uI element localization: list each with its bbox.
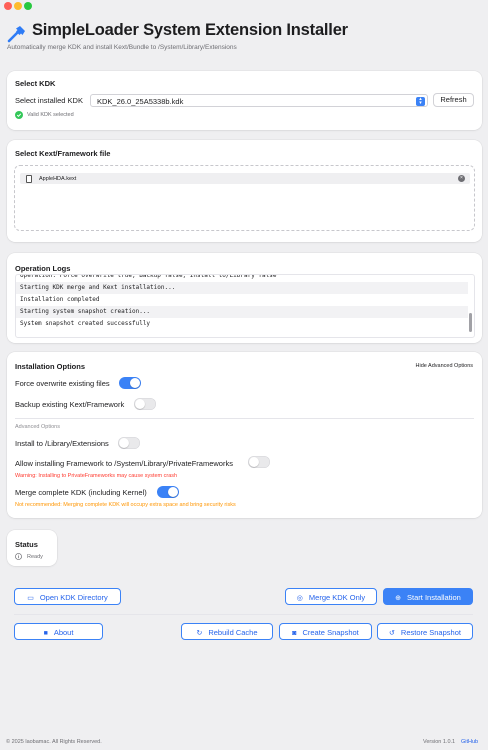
remove-file-icon[interactable]: × (458, 175, 465, 182)
allow-private-frameworks-label: Allow installing Framework to /System/Li… (15, 459, 233, 468)
operation-logs-card: Operation Logs Operation: Force overwrit… (7, 253, 482, 343)
button-label: Merge KDK Only (308, 592, 366, 602)
undo-icon: ↺ (389, 629, 395, 637)
button-label: Create Snapshot (302, 627, 359, 637)
toggle-knob (168, 487, 178, 497)
create-snapshot-button[interactable]: ◙ Create Snapshot (279, 623, 372, 640)
select-kdk-title: Select KDK (15, 79, 56, 88)
kdk-select[interactable]: KDK_26.0_25A5338b.kdk ▴ ▾ (90, 94, 428, 107)
status-title: Status (15, 540, 38, 549)
backup-label: Backup existing Kext/Framework (15, 400, 125, 409)
zoom-window-button[interactable] (24, 2, 32, 10)
hammer-icon (7, 26, 25, 43)
open-kdk-directory-button[interactable]: ▭ Open KDK Directory (14, 588, 121, 605)
window-titlebar (0, 0, 488, 14)
advanced-options-title: Advanced Options (15, 424, 60, 430)
button-label: Open KDK Directory (39, 592, 108, 602)
select-kdk-card: Select KDK Select installed KDK KDK_26.0… (7, 71, 482, 130)
button-label: Start Installation (407, 592, 461, 602)
select-kdk-label: Select installed KDK (15, 96, 83, 105)
button-content: ▭ Open KDK Directory (15, 593, 120, 602)
minimize-window-button[interactable] (14, 2, 22, 10)
log-line: Starting system snapshot creation... (16, 306, 468, 318)
toggle-knob (119, 438, 129, 448)
copyright-text: © 2025 laobamac. All Rights Reserved. (6, 739, 102, 745)
button-content: ◙ Create Snapshot (280, 628, 371, 637)
status-text: Ready (27, 554, 43, 560)
download-icon: ⊕ (395, 594, 402, 602)
backup-toggle[interactable] (134, 398, 156, 410)
private-frameworks-warning: Warning: Installing to PrivateFrameworks… (15, 473, 178, 479)
button-label: Restore Snapshot (400, 627, 461, 637)
rebuild-cache-button[interactable]: ↻ Rebuild Cache (181, 623, 273, 640)
folder-icon: ▭ (27, 594, 34, 602)
restore-snapshot-button[interactable]: ↺ Restore Snapshot (377, 623, 473, 640)
checkmark-circle-icon (15, 111, 23, 119)
merge-kdk-only-button[interactable]: ◎ Merge KDK Only (285, 588, 377, 605)
actions-divider (14, 614, 473, 615)
force-overwrite-label: Force overwrite existing files (15, 379, 110, 388)
start-installation-button[interactable]: ⊕ Start Installation (383, 588, 473, 605)
log-line: Operation: Force overwrite true, Backup … (20, 274, 277, 279)
log-line: Installation completed (20, 296, 100, 303)
document-icon (26, 174, 32, 183)
toggle-knob (135, 399, 145, 409)
button-content: ↻ Rebuild Cache (182, 628, 272, 637)
force-overwrite-toggle[interactable] (119, 377, 141, 389)
close-window-button[interactable] (4, 2, 12, 10)
select-kext-card: Select Kext/Framework file AppleHDA.kext… (7, 140, 482, 242)
button-label: Rebuild Cache (208, 627, 258, 637)
merge-complete-kdk-label: Merge complete KDK (including Kernel) (15, 488, 147, 497)
file-list-item[interactable]: AppleHDA.kext × (20, 173, 470, 184)
select-kext-title: Select Kext/Framework file (15, 149, 111, 158)
info-icon (15, 553, 22, 560)
refresh-icon: ↻ (196, 629, 203, 637)
log-line: Starting KDK merge and Kext installation… (16, 282, 468, 294)
about-button[interactable]: ■ About (14, 623, 103, 640)
options-divider (15, 418, 474, 419)
merge-complete-kdk-warning: Not recommended: Merging complete KDK wi… (15, 502, 236, 508)
install-library-toggle[interactable] (118, 437, 140, 449)
kdk-select-value: KDK_26.0_25A5338b.kdk (97, 97, 184, 106)
installation-options-card: Installation Options Hide Advanced Optio… (7, 352, 482, 518)
options-title: Installation Options (15, 362, 86, 371)
allow-private-frameworks-toggle[interactable] (248, 456, 270, 468)
kdk-status-text: Valid KDK selected (27, 112, 74, 118)
button-content: ◎ Merge KDK Only (286, 593, 376, 602)
log-line: System snapshot created successfully (20, 320, 151, 327)
github-link[interactable]: GitHub (461, 739, 478, 745)
logs-title: Operation Logs (15, 264, 71, 273)
toggle-knob (130, 378, 140, 388)
merge-complete-kdk-toggle[interactable] (157, 486, 179, 498)
button-content: ↺ Restore Snapshot (378, 628, 472, 637)
button-content: ■ About (15, 628, 102, 637)
refresh-button[interactable]: Refresh (433, 93, 474, 107)
chevron-updown-icon: ▴ ▾ (416, 96, 425, 106)
logs-scrollbar[interactable] (469, 313, 472, 332)
install-library-label: Install to /Library/Extensions (15, 439, 109, 448)
file-name: AppleHDA.kext (39, 175, 77, 182)
camera-icon: ◙ (292, 629, 297, 637)
logs-output[interactable]: Operation: Force overwrite true, Backup … (15, 274, 475, 338)
status-card: Status Ready (7, 530, 57, 566)
button-content: ⊕ Start Installation (384, 593, 472, 602)
app-subtitle: Automatically merge KDK and install Kext… (7, 44, 237, 51)
hide-advanced-options-link[interactable]: Hide Advanced Options (416, 363, 473, 369)
info-square-icon: ■ (43, 629, 48, 637)
app-title: SimpleLoader System Extension Installer (32, 21, 348, 39)
version-text: Version 1.0.1 (423, 739, 456, 745)
kext-drop-zone[interactable]: AppleHDA.kext × (14, 165, 475, 231)
button-label: About (53, 627, 74, 637)
merge-icon: ◎ (296, 594, 303, 602)
toggle-knob (249, 457, 259, 467)
